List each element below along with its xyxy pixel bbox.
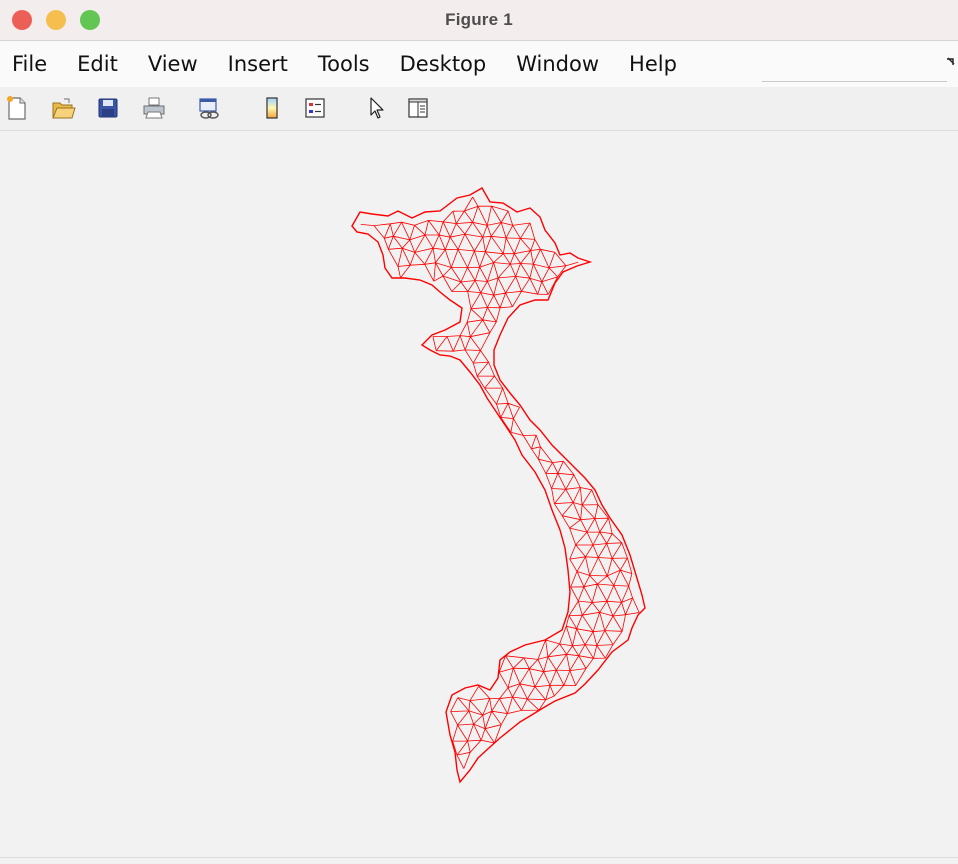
save-icon[interactable] <box>95 94 121 122</box>
insert-legend-icon[interactable] <box>302 94 328 122</box>
menu-divider <box>762 81 947 82</box>
menu-window[interactable]: Window <box>504 52 599 76</box>
menu-file[interactable]: File <box>0 52 47 76</box>
figure-canvas[interactable] <box>0 131 958 864</box>
figure-toolbar <box>0 87 958 131</box>
triangular-mesh-plot <box>351 187 646 784</box>
edit-plot-arrow-icon[interactable] <box>364 94 390 122</box>
menu-help[interactable]: Help <box>617 52 677 76</box>
mesh-triangles <box>360 196 640 769</box>
menu-insert[interactable]: Insert <box>216 52 288 76</box>
menu-view[interactable]: View <box>136 52 198 76</box>
menu-bar: File Edit View Insert Tools Desktop Wind… <box>0 41 958 87</box>
dock-arrow-icon[interactable] <box>946 55 956 69</box>
menu-edit[interactable]: Edit <box>65 52 118 76</box>
property-inspector-icon[interactable] <box>405 94 431 122</box>
window-bottom-border <box>0 857 958 858</box>
menu-tools[interactable]: Tools <box>306 52 370 76</box>
insert-colorbar-icon[interactable] <box>259 94 285 122</box>
menu-desktop[interactable]: Desktop <box>388 52 487 76</box>
print-icon[interactable] <box>141 94 167 122</box>
window-title: Figure 1 <box>445 10 513 29</box>
figure-window: Figure 1 File Edit View Insert Tools Des… <box>0 0 958 864</box>
link-plot-icon[interactable] <box>196 94 222 122</box>
open-file-icon[interactable] <box>50 94 76 122</box>
new-figure-icon[interactable] <box>4 94 30 122</box>
mesh-edges <box>360 196 640 769</box>
title-bar[interactable]: Figure 1 <box>0 0 958 41</box>
